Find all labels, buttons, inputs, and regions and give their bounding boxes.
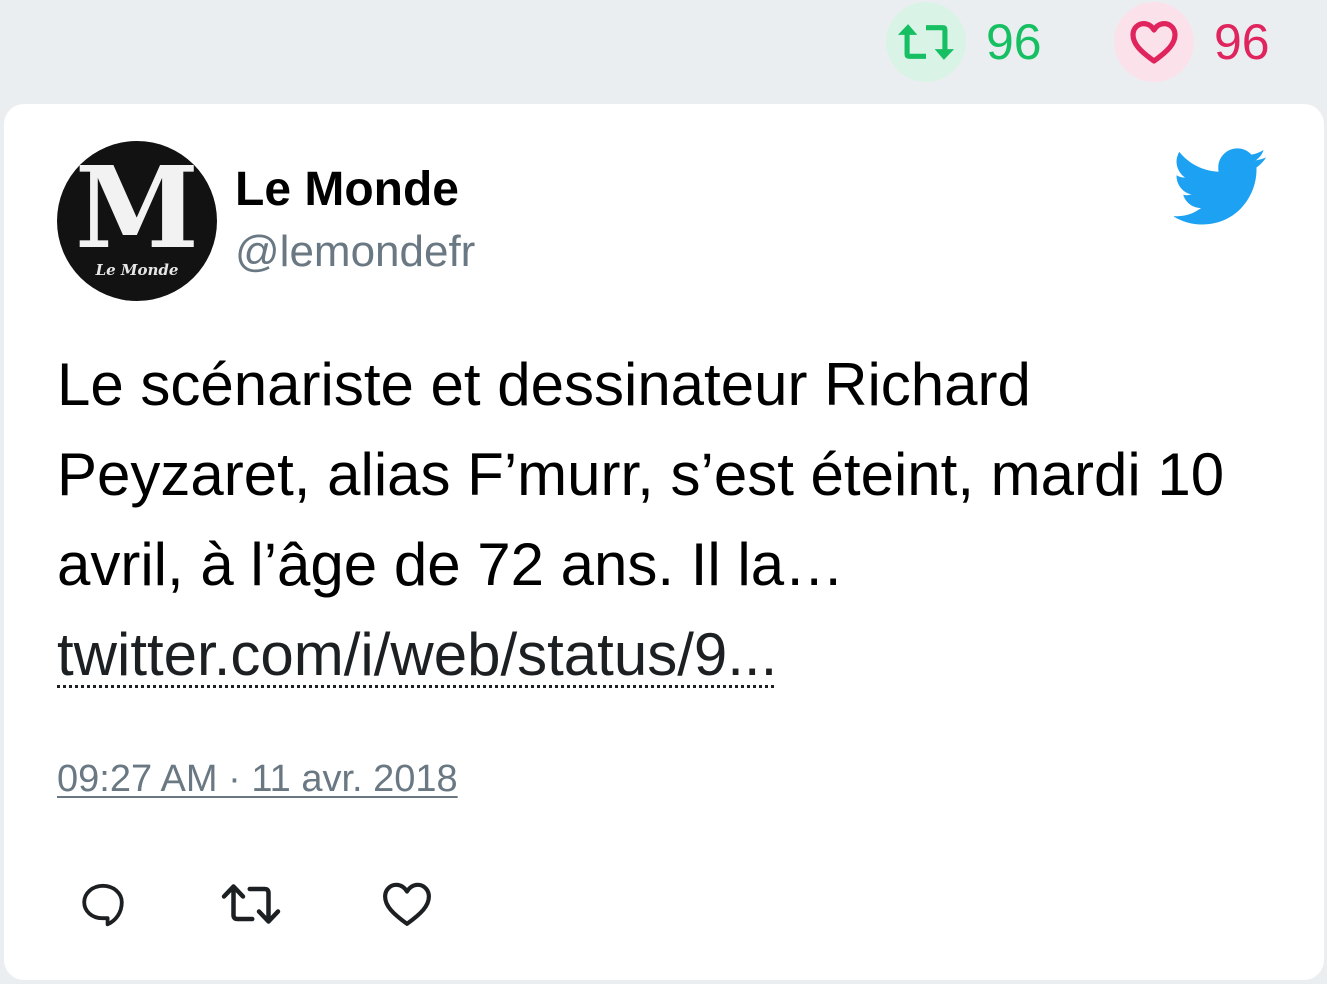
tweet-card: M Le Monde Le Monde @lemondefr Le scénar… <box>4 104 1324 980</box>
avatar-monogram: M <box>75 143 199 274</box>
avatar-caption: Le Monde <box>95 261 179 279</box>
like-stat[interactable]: 96 <box>1114 2 1270 82</box>
reply-button[interactable] <box>73 874 133 934</box>
like-count: 96 <box>1214 14 1270 70</box>
retweet-button[interactable] <box>221 874 281 934</box>
author-handle[interactable]: @lemondefr <box>235 230 475 274</box>
tweet-timestamp[interactable]: 09:27 AM · 11 avr. 2018 <box>57 760 458 798</box>
retweet-count: 96 <box>986 14 1042 70</box>
heart-icon <box>383 882 431 926</box>
retweet-stat[interactable]: 96 <box>886 2 1042 82</box>
heart-icon[interactable] <box>1114 2 1194 82</box>
avatar[interactable]: M Le Monde <box>57 141 217 301</box>
engagement-stats: 96 96 <box>0 0 1327 102</box>
like-button[interactable] <box>377 874 437 934</box>
reply-icon <box>82 883 124 927</box>
author-name[interactable]: Le Monde <box>235 166 459 214</box>
retweet-icon <box>221 884 281 924</box>
twitter-bird-icon[interactable] <box>1174 148 1268 226</box>
retweet-icon[interactable] <box>886 2 966 82</box>
tweet-text: Le scénariste et dessinateur Richard Pey… <box>57 351 1225 598</box>
tweet-link[interactable]: twitter.com/i/web/status/9... <box>57 621 777 688</box>
tweet-body: Le scénariste et dessinateur Richard Pey… <box>57 340 1287 700</box>
